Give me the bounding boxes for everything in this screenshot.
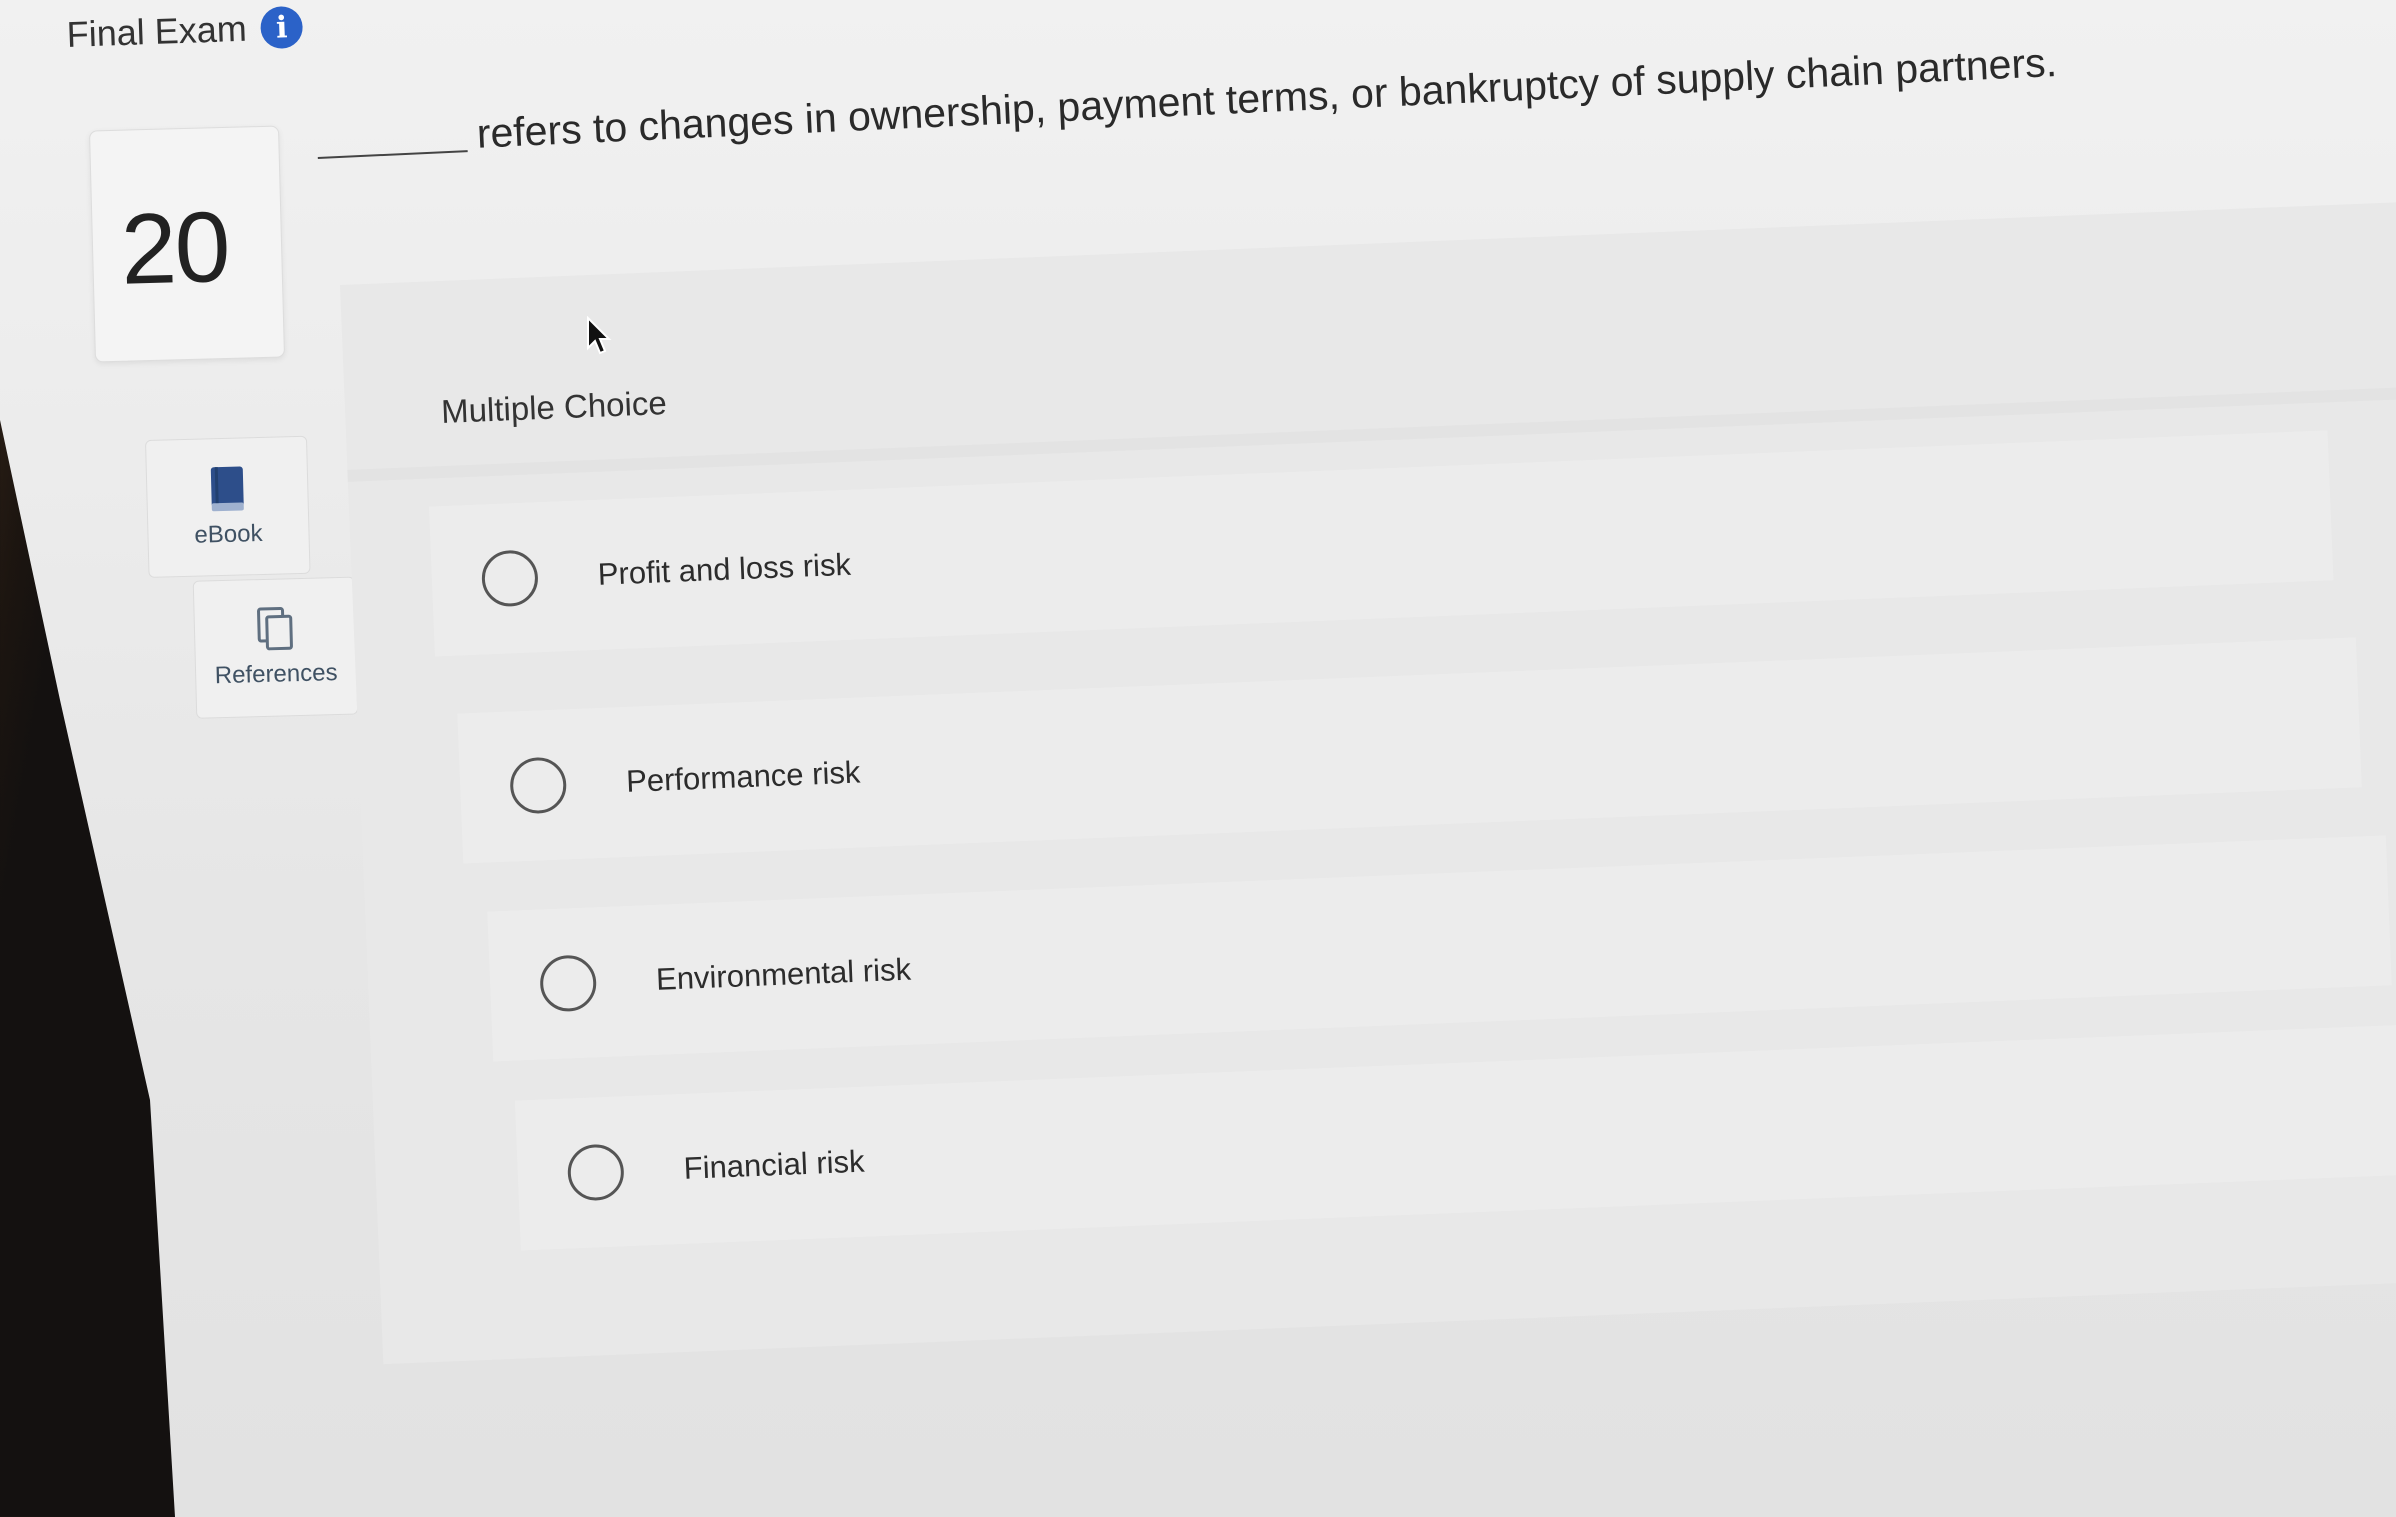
references-label: References <box>214 659 338 690</box>
exam-title: Final Exam <box>66 7 248 55</box>
mouse-pointer-icon <box>587 316 612 355</box>
ebook-label: eBook <box>194 519 263 549</box>
question-stem: refers to changes in ownership, payment … <box>316 39 2058 165</box>
question-number-box: 20 <box>88 125 286 363</box>
answer-option[interactable]: Financial risk <box>514 1024 2396 1251</box>
ebook-button[interactable]: eBook <box>145 435 311 578</box>
radio-button[interactable] <box>566 1143 625 1202</box>
option-label: Profit and loss risk <box>597 546 852 592</box>
radio-button[interactable] <box>539 954 598 1013</box>
question-type-label: Multiple Choice <box>440 384 668 431</box>
question-tools: eBook References <box>145 435 359 720</box>
info-icon[interactable]: i <box>259 5 304 50</box>
radio-button[interactable] <box>509 756 568 815</box>
answer-blank <box>317 150 468 159</box>
question-number: 20 <box>119 190 230 306</box>
answer-option[interactable]: Performance risk <box>457 637 2362 864</box>
radio-button[interactable] <box>480 549 540 608</box>
answer-panel: Multiple Choice Profit and loss risk Per… <box>340 196 2396 1365</box>
option-label: Financial risk <box>683 1143 866 1186</box>
references-button[interactable]: References <box>192 576 359 719</box>
references-icon <box>257 607 293 651</box>
exam-header: Final Exam i <box>66 5 304 56</box>
question-text: refers to changes in ownership, payment … <box>475 38 2058 157</box>
book-icon <box>210 466 244 512</box>
exam-screen: Final Exam i 20 refers to changes in own… <box>0 0 2396 1517</box>
option-label: Environmental risk <box>655 951 912 997</box>
answer-option[interactable]: Environmental risk <box>487 835 2392 1062</box>
option-label: Performance risk <box>625 754 861 799</box>
